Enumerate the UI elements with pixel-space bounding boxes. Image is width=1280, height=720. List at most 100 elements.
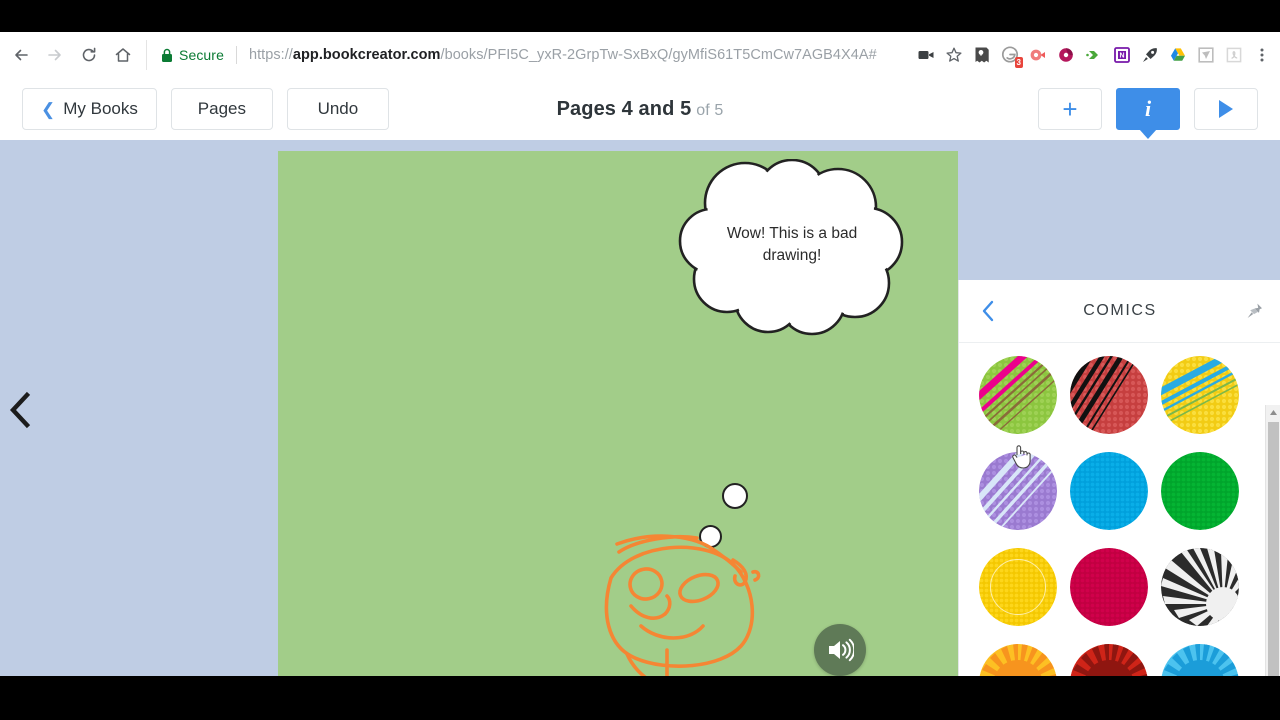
undo-label: Undo bbox=[317, 99, 359, 118]
previous-page-button[interactable] bbox=[0, 388, 40, 432]
swatch-cell bbox=[973, 546, 1064, 628]
url-domain: app.bookcreator.com bbox=[292, 47, 441, 63]
swatch-solid-sky-blue[interactable] bbox=[1069, 452, 1148, 530]
swatch-cell bbox=[973, 354, 1064, 436]
info-icon: i bbox=[1144, 96, 1152, 121]
security-label: Secure bbox=[179, 47, 224, 63]
swatch-cell bbox=[1154, 354, 1245, 436]
swatch-solid-green[interactable] bbox=[1160, 452, 1239, 530]
swatch-dark-red-sunburst[interactable] bbox=[1069, 644, 1148, 676]
swatch-purple-halftone-white-stripes[interactable] bbox=[979, 452, 1058, 530]
google-drive-icon[interactable] bbox=[1164, 40, 1192, 70]
comics-background-panel: COMICS bbox=[958, 280, 1280, 676]
pin-icon bbox=[1247, 303, 1262, 318]
book-page-spread[interactable]: Wow! This is a bad drawing! bbox=[278, 151, 958, 676]
letterbox-bottom bbox=[0, 676, 1280, 720]
swatch-cell bbox=[1064, 450, 1155, 532]
pages-label: Pages bbox=[197, 99, 246, 118]
grammarly-icon[interactable]: 3 bbox=[996, 40, 1024, 70]
swatch-green-halftone-pink-stripes[interactable] bbox=[979, 356, 1058, 434]
chevron-left-icon bbox=[9, 391, 31, 429]
rocket-icon[interactable] bbox=[1136, 40, 1164, 70]
play-triangle-icon bbox=[1219, 100, 1233, 118]
page-title-main: Pages 4 and 5 bbox=[556, 97, 692, 120]
panel-back-button[interactable] bbox=[981, 280, 995, 342]
swatch-cell bbox=[1154, 642, 1245, 676]
swatch-cell bbox=[1064, 354, 1155, 436]
pocket-save-icon[interactable] bbox=[968, 40, 996, 70]
toolbar-right-group: + i bbox=[1038, 78, 1258, 140]
swatch-cell bbox=[1154, 546, 1245, 628]
panel-scrollbar[interactable] bbox=[1265, 405, 1280, 676]
adobe-acrobat-icon[interactable] bbox=[1220, 40, 1248, 70]
swatch-cell bbox=[973, 450, 1064, 532]
page-title: Pages 4 and 5 of 5 bbox=[557, 98, 724, 121]
speaker-volume-icon bbox=[829, 638, 854, 662]
page-title-suffix: of 5 bbox=[696, 101, 724, 119]
panel-pin-button[interactable] bbox=[1245, 280, 1265, 342]
scroll-up-arrow-icon[interactable] bbox=[1266, 405, 1280, 420]
green-play-icon[interactable] bbox=[1080, 40, 1108, 70]
add-button[interactable]: + bbox=[1038, 88, 1102, 130]
toolbar-left-group: ❮ My Books Pages Undo bbox=[0, 88, 389, 130]
play-button[interactable] bbox=[1194, 88, 1258, 130]
thought-bubble-tail-large bbox=[722, 483, 748, 509]
camera-record-icon[interactable] bbox=[912, 40, 940, 70]
bookmark-star-icon[interactable] bbox=[940, 40, 968, 70]
swatch-solid-yellow[interactable] bbox=[979, 548, 1058, 626]
thought-bubble[interactable]: Wow! This is a bad drawing! bbox=[672, 158, 912, 344]
thought-bubble-text: Wow! This is a bad drawing! bbox=[726, 225, 858, 264]
swatch-blue-sunburst[interactable] bbox=[1160, 644, 1239, 676]
reload-icon[interactable] bbox=[72, 38, 106, 72]
browser-chrome: Secure https://app.bookcreator.com/books… bbox=[0, 32, 1280, 79]
stick-figure-drawing[interactable] bbox=[593, 526, 793, 676]
url-path: /books/PFI5C_yxR-2GrpTw-SxBxQ/gyMfiS61T5… bbox=[440, 47, 877, 63]
app-toolbar: ❮ My Books Pages Undo Pages 4 and 5 of 5 … bbox=[0, 78, 1280, 141]
url-text: https://app.bookcreator.com/books/PFI5C_… bbox=[249, 47, 877, 63]
letterbox-top bbox=[0, 0, 1280, 32]
screencastify-icon[interactable] bbox=[1024, 40, 1052, 70]
swatch-solid-crimson[interactable] bbox=[1069, 548, 1148, 626]
plus-icon: + bbox=[1062, 94, 1078, 124]
swatch-cell bbox=[1154, 450, 1245, 532]
undo-button[interactable]: Undo bbox=[286, 88, 389, 130]
panel-header: COMICS bbox=[959, 280, 1280, 343]
swatch-red-halftone-black-stripes[interactable] bbox=[1069, 356, 1148, 434]
security-indicator[interactable]: Secure bbox=[161, 47, 224, 63]
back-arrow-icon[interactable] bbox=[4, 38, 38, 72]
workspace: Wow! This is a bad drawing! COMICS bbox=[0, 140, 1280, 676]
browser-nav-buttons bbox=[0, 38, 140, 72]
swatch-orange-sunburst[interactable] bbox=[979, 644, 1058, 676]
swatch-black-white-sunburst[interactable] bbox=[1160, 548, 1239, 626]
chevron-left-icon: ❮ bbox=[41, 99, 56, 119]
url-scheme: https:// bbox=[248, 47, 293, 63]
panel-title: COMICS bbox=[1083, 302, 1157, 319]
panel-body[interactable] bbox=[959, 343, 1280, 676]
my-books-button[interactable]: ❮ My Books bbox=[22, 88, 157, 130]
swatch-cell bbox=[973, 642, 1064, 676]
chrome-menu-icon[interactable] bbox=[1248, 40, 1276, 70]
home-icon[interactable] bbox=[106, 38, 140, 72]
scrollbar-thumb[interactable] bbox=[1268, 422, 1279, 676]
canvas-area[interactable]: Wow! This is a bad drawing! bbox=[0, 140, 958, 676]
audio-play-button[interactable] bbox=[814, 624, 866, 676]
chevron-left-icon bbox=[982, 300, 994, 322]
info-button[interactable]: i bbox=[1116, 88, 1180, 130]
forward-arrow-icon[interactable] bbox=[38, 38, 72, 72]
pages-button[interactable]: Pages bbox=[170, 88, 273, 130]
swatch-cell bbox=[1064, 642, 1155, 676]
omnibox[interactable]: Secure https://app.bookcreator.com/books… bbox=[146, 40, 904, 70]
screen-root: Secure https://app.bookcreator.com/books… bbox=[0, 0, 1280, 720]
send-paper-plane-icon[interactable] bbox=[1192, 40, 1220, 70]
omnibox-divider bbox=[235, 46, 237, 64]
extension-tray: 3 N bbox=[912, 40, 1280, 70]
onenote-clipper-icon[interactable]: N bbox=[1108, 40, 1136, 70]
svg-text:N: N bbox=[1119, 53, 1124, 60]
lock-icon bbox=[162, 48, 172, 62]
comics-swatch-grid bbox=[959, 354, 1267, 676]
swatch-cell bbox=[1064, 546, 1155, 628]
extension-badge-count: 3 bbox=[1014, 57, 1023, 68]
my-books-label: My Books bbox=[63, 99, 138, 118]
camtasia-icon[interactable] bbox=[1052, 40, 1080, 70]
swatch-yellow-halftone-blue-stripes[interactable] bbox=[1160, 356, 1239, 434]
